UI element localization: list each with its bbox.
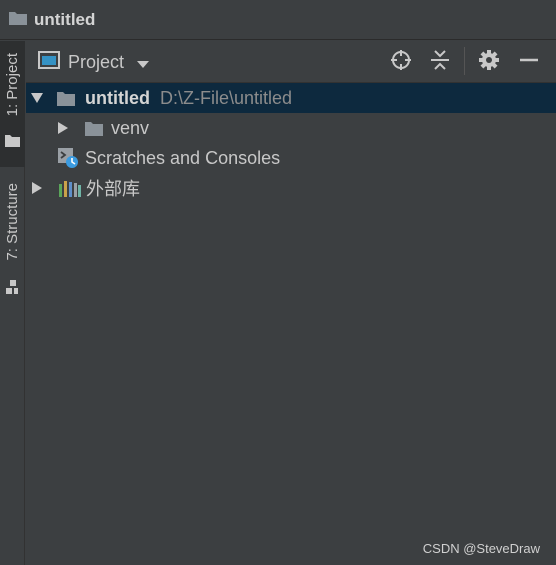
folder-icon <box>8 10 28 30</box>
structure-icon <box>4 279 20 299</box>
tab-project-label: 1: Project <box>4 53 21 117</box>
panel-header: Project <box>26 41 556 83</box>
tree-scratches-name: Scratches and Consoles <box>85 147 281 168</box>
expand-arrow-icon[interactable] <box>31 91 43 105</box>
folder-icon <box>56 90 76 107</box>
tree-row-venv[interactable]: venv <box>26 113 556 143</box>
folder-icon <box>84 120 104 137</box>
gear-icon <box>478 49 500 75</box>
tree-row-external-libs[interactable]: 外部库 <box>26 173 556 203</box>
scratches-icon <box>57 147 79 169</box>
tab-project[interactable]: 1: Project <box>0 41 25 167</box>
collapse-all-button[interactable] <box>428 50 452 74</box>
tree-venv-name: venv <box>111 117 150 138</box>
locate-button[interactable] <box>389 50 413 74</box>
project-panel: Project untitled D:\Z-File\untitled venv… <box>26 41 556 565</box>
view-selector-label: Project <box>68 51 125 72</box>
window-title: untitled <box>34 9 96 29</box>
tree-row-scratches[interactable]: Scratches and Consoles <box>26 143 556 173</box>
view-selector[interactable]: Project <box>38 50 150 74</box>
collapsed-arrow-icon[interactable] <box>31 181 43 195</box>
tool-window-strip: 1: Project 7: Structure <box>0 41 25 565</box>
title-bar: untitled <box>0 0 556 40</box>
collapsed-arrow-icon[interactable] <box>57 121 69 135</box>
tree-row-root[interactable]: untitled D:\Z-File\untitled <box>26 83 556 113</box>
hide-button[interactable] <box>517 50 541 74</box>
tab-structure[interactable]: 7: Structure <box>0 167 25 307</box>
settings-button[interactable] <box>477 50 501 74</box>
folder-icon <box>4 133 21 152</box>
tree-root-path: D:\Z-File\untitled <box>160 87 293 108</box>
tree-external-libs-name: 外部库 <box>86 179 140 199</box>
toolbar-divider <box>464 47 465 75</box>
crosshair-icon <box>390 49 412 75</box>
project-view-icon <box>38 50 60 74</box>
tree-root-name: untitled <box>85 87 150 108</box>
chevron-down-icon <box>136 54 150 73</box>
watermark: CSDN @SteveDraw <box>422 541 540 556</box>
library-icon <box>58 178 82 198</box>
tab-structure-label: 7: Structure <box>4 183 21 261</box>
minimize-icon <box>518 49 540 75</box>
collapse-all-icon <box>429 49 451 75</box>
